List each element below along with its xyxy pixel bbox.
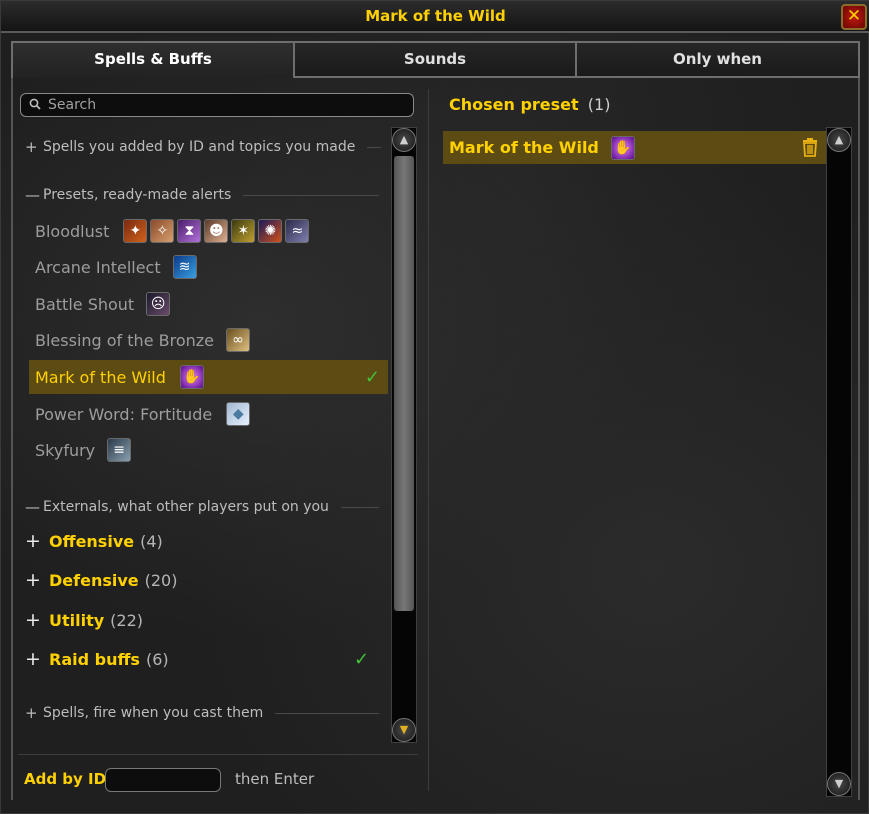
panel-border-right	[858, 78, 860, 800]
section-externals[interactable]: — Externals, what other players put on y…	[25, 497, 379, 517]
external-group-raid-buffs[interactable]: + Raid buffs (6)	[25, 647, 169, 671]
preset-label: Blessing of the Bronze	[35, 330, 214, 350]
preset-row-skyfury[interactable]: Skyfury ≡	[29, 433, 388, 467]
column-divider	[428, 89, 429, 791]
arrow-down-icon: ▼	[834, 777, 844, 790]
section-label: Spells, fire when you cast them	[43, 705, 264, 721]
scroll-down-button[interactable]: ▼	[392, 718, 416, 742]
footer-divider	[18, 754, 418, 755]
group-name: Defensive	[49, 570, 139, 590]
skyfury-icon: ≡	[107, 438, 132, 462]
scroll-up-button[interactable]: ▲	[392, 128, 416, 152]
section-label: Spells you added by ID and topics you ma…	[43, 139, 356, 155]
tab-bar: Spells & Buffs Sounds Only when	[11, 41, 860, 78]
mark-of-the-wild-icon: ✋	[610, 135, 635, 160]
trash-icon[interactable]	[801, 137, 819, 157]
collapse-icon: —	[25, 186, 40, 204]
group-count: (6)	[145, 649, 169, 669]
preset-label: Power Word: Fortitude	[35, 404, 213, 424]
expand-icon: +	[25, 569, 41, 591]
fury-of-aspects-icon: ✶	[231, 219, 256, 243]
external-group-offensive[interactable]: + Offensive (4)	[25, 529, 163, 553]
battle-shout-icon: ☹	[146, 292, 171, 316]
preset-label: Battle Shout	[35, 294, 135, 314]
search-icon	[29, 98, 41, 110]
section-divider	[367, 146, 382, 148]
checkmark-icon: ✓	[364, 367, 380, 388]
arrow-up-icon: ▲	[834, 133, 844, 146]
preset-label: Mark of the Wild	[35, 367, 166, 387]
external-group-utility[interactable]: + Utility (22)	[25, 608, 143, 632]
blessing-of-the-bronze-icon: ∞	[226, 328, 250, 352]
section-divider	[243, 194, 380, 196]
section-on-cast[interactable]: + Spells, fire when you cast them	[25, 703, 380, 723]
bloodlust-icon: ✦	[123, 219, 148, 243]
expand-icon: +	[25, 530, 41, 552]
close-icon: ✕	[846, 6, 862, 26]
chosen-preset-count: (1)	[587, 95, 611, 114]
preset-label: Skyfury	[35, 440, 96, 460]
preset-label: Arcane Intellect	[35, 257, 161, 277]
preset-row-mark-of-the-wild[interactable]: Mark of the Wild ✋ ✓	[29, 360, 388, 394]
group-count: (22)	[110, 610, 144, 630]
tab-sounds[interactable]: Sounds	[295, 41, 577, 78]
power-word-fortitude-icon: ◆	[226, 402, 251, 426]
tab-spells-buffs[interactable]: Spells & Buffs	[11, 41, 295, 78]
section-label: Externals, what other players put on you	[43, 499, 329, 515]
group-name: Utility	[49, 610, 105, 630]
title-bar[interactable]: Mark of the Wild ✕	[1, 1, 869, 33]
group-count: (4)	[140, 531, 163, 551]
chosen-item-label: Mark of the Wild	[449, 138, 599, 157]
drums-icon: ✺	[258, 219, 283, 243]
expand-icon: +	[25, 138, 38, 156]
preset-row-battle-shout[interactable]: Battle Shout ☹	[29, 287, 388, 321]
arrow-up-icon: ▲	[399, 133, 409, 146]
preset-row-power-word-fortitude[interactable]: Power Word: Fortitude ◆	[29, 397, 388, 431]
add-by-id-input[interactable]	[105, 768, 221, 792]
section-label: Presets, ready-made alerts	[43, 187, 232, 203]
section-divider	[275, 712, 380, 714]
feral-hide-drums-icon: ≈	[285, 219, 310, 243]
tab-underline	[295, 76, 860, 78]
chosen-preset-label: Chosen preset	[449, 95, 579, 114]
section-divider	[340, 506, 379, 508]
window-title: Mark of the Wild	[365, 7, 506, 25]
group-name: Offensive	[49, 531, 135, 551]
tab-only-when[interactable]: Only when	[577, 41, 860, 78]
scroll-thumb[interactable]	[394, 156, 414, 611]
group-count: (20)	[144, 570, 178, 590]
expand-icon: +	[25, 648, 41, 670]
preset-row-bloodlust[interactable]: Bloodlust ✦ ✧ ⧗ ☻ ✶ ✺ ≈	[29, 214, 388, 248]
search-input[interactable]	[48, 95, 408, 115]
external-group-defensive[interactable]: + Defensive (20)	[25, 568, 177, 592]
right-scrollbar[interactable]: ▲ ▼	[826, 127, 852, 797]
scroll-up-button[interactable]: ▲	[827, 128, 851, 152]
preset-label: Bloodlust	[35, 221, 110, 241]
left-scrollbar[interactable]: ▲ ▼	[391, 127, 417, 743]
chosen-item-mark-of-the-wild[interactable]: Mark of the Wild ✋	[443, 131, 827, 164]
section-presets[interactable]: — Presets, ready-made alerts	[25, 185, 380, 205]
heroism-icon: ✧	[150, 219, 175, 243]
mark-of-the-wild-icon: ✋	[179, 365, 204, 389]
preset-row-blessing-of-the-bronze[interactable]: Blessing of the Bronze ∞	[29, 323, 388, 357]
collapse-icon: —	[25, 498, 40, 516]
panel-border-left	[11, 78, 13, 800]
addon-window: Mark of the Wild ✕ Spells & Buffs Sounds…	[0, 0, 869, 814]
group-name: Raid buffs	[49, 649, 140, 669]
expand-icon: +	[25, 704, 38, 722]
scroll-down-button[interactable]: ▼	[827, 772, 851, 796]
checkmark-icon: ✓	[354, 649, 370, 670]
search-box[interactable]	[20, 93, 414, 117]
arrow-down-icon: ▼	[399, 723, 409, 736]
primal-rage-icon: ☻	[204, 219, 229, 243]
expand-icon: +	[25, 609, 41, 631]
arcane-intellect-icon: ≋	[172, 255, 197, 279]
add-by-id-label: Add by ID:	[24, 770, 113, 788]
time-warp-icon: ⧗	[177, 219, 202, 243]
preset-row-arcane-intellect[interactable]: Arcane Intellect ≋	[29, 250, 388, 284]
close-button[interactable]: ✕	[841, 4, 867, 30]
add-by-id-hint: then Enter	[235, 770, 315, 788]
section-custom-spells[interactable]: + Spells you added by ID and topics you …	[25, 137, 382, 157]
chosen-preset-header: Chosen preset (1)	[449, 95, 610, 114]
